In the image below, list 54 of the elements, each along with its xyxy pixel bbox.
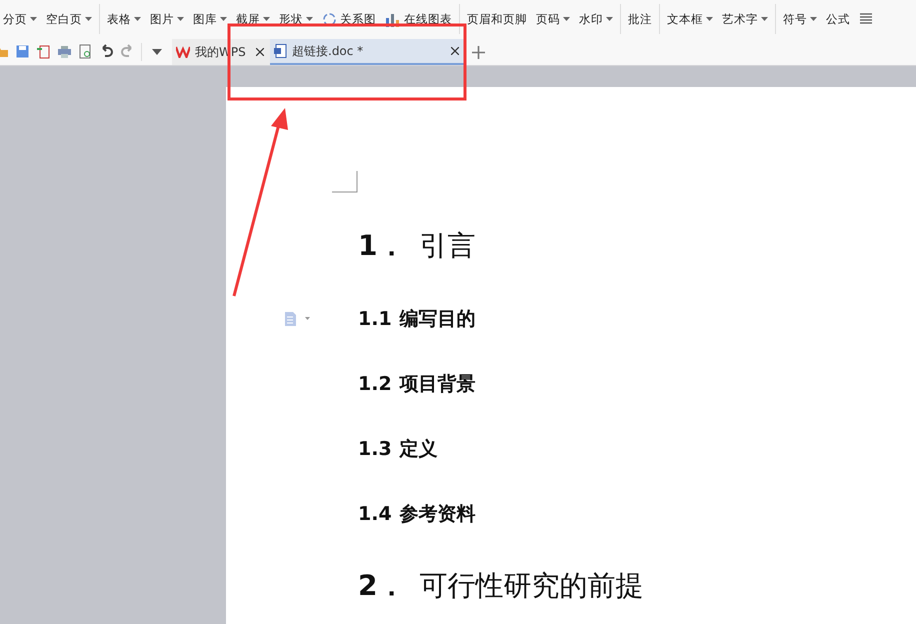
caret-icon [263, 17, 270, 21]
ribbon-button[interactable]: 页码 [536, 12, 570, 26]
heading-number: 1.2 [358, 372, 392, 394]
caret-icon [563, 17, 570, 21]
ribbon-button[interactable]: 图片 [150, 12, 184, 26]
caret-icon [134, 17, 141, 21]
caret-icon [761, 17, 768, 21]
ribbon-button[interactable]: 图库 [193, 12, 227, 26]
ribbon-button[interactable]: 空白页 [46, 12, 92, 26]
ribbon-button[interactable]: 批注 [628, 12, 652, 26]
ribbon-button[interactable]: 文本框 [667, 12, 713, 26]
heading-number: 1.4 [358, 502, 392, 524]
heading-number: 2． [358, 568, 406, 604]
heading-text: 定义 [400, 436, 438, 462]
close-icon[interactable] [451, 47, 459, 55]
heading-text: 引言 [419, 228, 476, 264]
close-icon[interactable] [256, 48, 264, 56]
ribbon-button[interactable] [859, 12, 873, 26]
w-logo-icon [176, 46, 190, 58]
export-icon[interactable] [36, 44, 51, 59]
caret-icon [306, 17, 313, 21]
heading-number: 1.3 [358, 438, 392, 460]
print-icon[interactable] [57, 44, 72, 59]
ribbon-button[interactable]: 表格 [107, 12, 141, 26]
ribbon-button[interactable]: 分页 [3, 12, 37, 26]
caret-icon [177, 17, 184, 21]
margin-corner-mark [332, 171, 358, 193]
ribbon-button[interactable]: 符号 [783, 12, 817, 26]
ribbon-button[interactable]: 在线图表 [385, 12, 452, 26]
heading-text: 项目背景 [400, 372, 476, 396]
preview-icon[interactable] [78, 44, 93, 59]
caret-icon [30, 17, 37, 21]
save-icon[interactable] [15, 44, 30, 59]
text-lines-icon [859, 12, 873, 26]
caret-icon [810, 17, 817, 21]
heading-number: 1． [358, 228, 406, 264]
caret-icon [606, 17, 613, 21]
dropdown-icon[interactable] [152, 48, 162, 54]
ribbon-button[interactable]: 页眉和页脚 [467, 12, 527, 26]
ribbon-button[interactable]: 公式 [826, 12, 850, 26]
chart-icon [385, 12, 401, 26]
heading-number: 1.1 [358, 308, 392, 330]
ribbon-button[interactable]: 艺术字 [722, 12, 768, 26]
plus-icon [472, 46, 484, 58]
heading-text: 可行性研究的前提 [419, 568, 644, 604]
ribbon-button[interactable]: 水印 [579, 12, 613, 26]
caret-icon [220, 17, 227, 21]
heading-text: 参考资料 [400, 502, 476, 526]
document-icon [274, 44, 287, 58]
cycle-icon [322, 12, 337, 26]
caret-icon [85, 17, 92, 21]
caret-icon [706, 17, 713, 21]
heading-text: 编写目的 [400, 306, 476, 332]
document-tab[interactable]: 超链接.doc * [270, 39, 465, 65]
